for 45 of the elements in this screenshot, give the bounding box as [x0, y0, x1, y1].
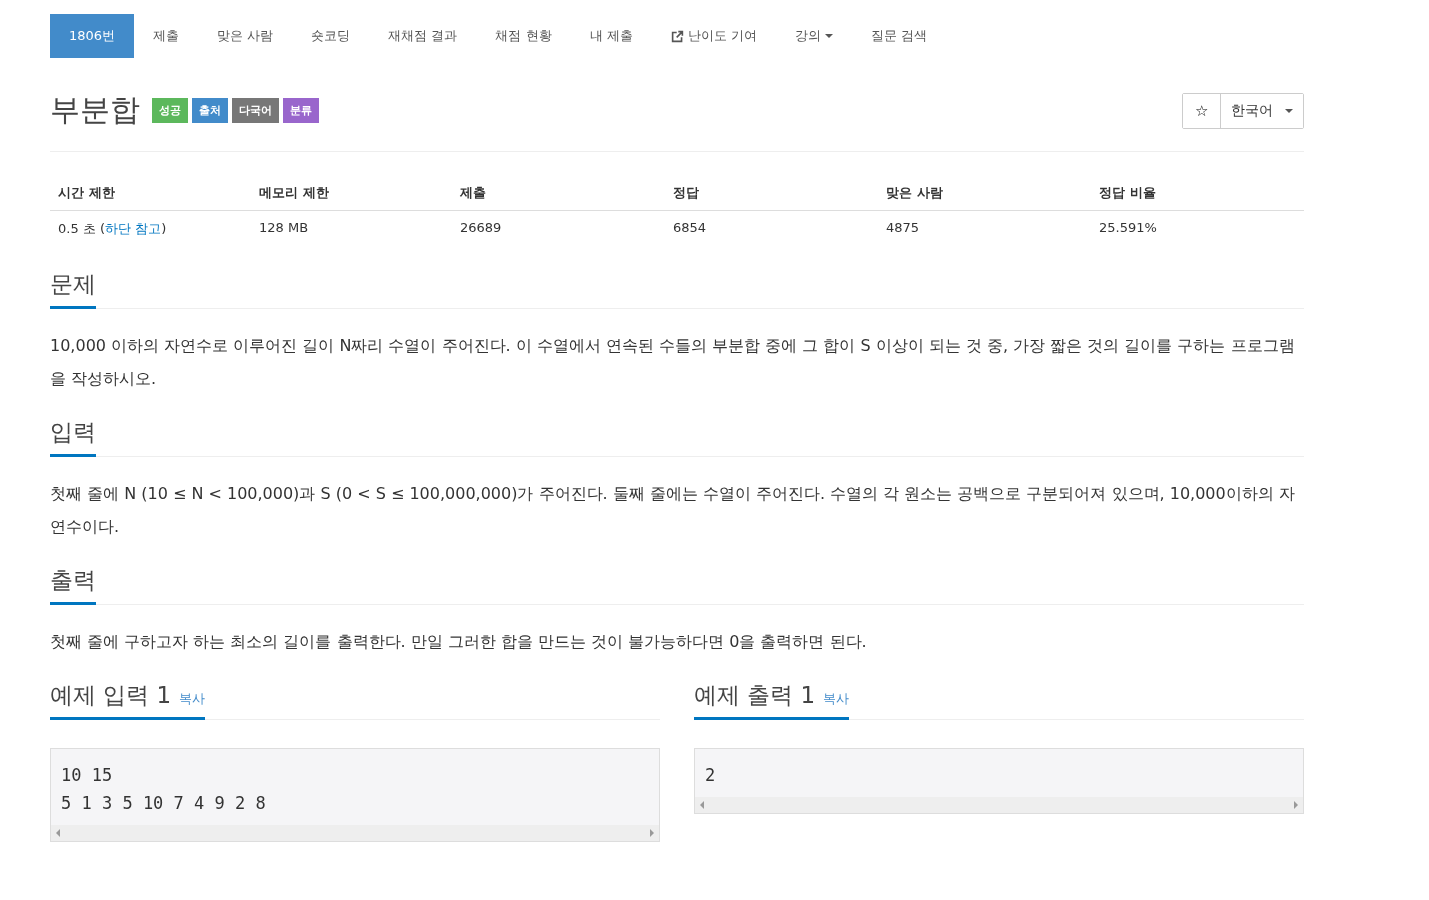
nav-tab[interactable]: 난이도 기여 [651, 14, 776, 58]
table-cell-text: 128 MB [258, 219, 310, 237]
sample-code: 10 15 5 1 3 5 10 7 4 9 2 8 [60, 764, 267, 815]
table-header: 메모리 제한 [251, 176, 452, 211]
section-text: 첫째 줄에 구하고자 하는 최소의 길이를 출력한다. 만일 그러한 합을 만드는 것이 불가능하다면 0을 출력하면 된다. [50, 631, 868, 653]
nav-tab[interactable]: 1806번 [50, 14, 135, 58]
section-heading: 문제 [50, 269, 96, 309]
table-header: 시간 제한 [50, 176, 251, 211]
nav-tab[interactable]: 제출 [134, 14, 199, 58]
nav-tab[interactable]: 채점 현황 [476, 14, 571, 58]
external-link-icon [670, 29, 684, 43]
sample-heading: 예제 입력 1 [50, 681, 172, 710]
nav-tab[interactable]: 강의 [775, 14, 852, 58]
section-heading: 출력 [50, 565, 96, 605]
table-cell-text: 26689 [459, 219, 503, 237]
footnote-link[interactable]: 하단 참고 [105, 221, 162, 236]
problem-tag[interactable]: 다국어 [232, 98, 279, 123]
problem-tag[interactable]: 출처 [192, 98, 228, 123]
problem-title: 부분합 [50, 91, 140, 129]
copy-link[interactable]: 복사 [179, 690, 206, 708]
table-header: 맞은 사람 [878, 176, 1091, 211]
table-header: 제출 [452, 176, 665, 211]
section-text: 첫째 줄에 N (10 ≤ N < 100,000)과 S (0 < S ≤ 100,000,000)가 주어진다. 둘째 줄에는 수열이 주어진다. 수열의 각 원소는 공백으로 구분되어져 있으며, 10,000이하의 자연수이다. [50, 483, 1296, 538]
table-cell-text: 6854 [672, 219, 708, 237]
sample-heading: 예제 출력 1 [694, 681, 816, 710]
caret-icon [1285, 108, 1293, 113]
horizontal-scrollbar[interactable] [695, 797, 1303, 813]
nav-tab[interactable]: 숏코딩 [292, 14, 370, 58]
nav-tab[interactable]: 질문 검색 [851, 14, 946, 58]
table-cell-text: 0.5 초 (하단 참고) [57, 220, 168, 238]
problem-tag[interactable]: 분류 [283, 98, 319, 123]
table-header: 정답 [665, 176, 878, 211]
nav-tab[interactable]: 내 제출 [570, 14, 652, 58]
caret-icon [824, 34, 833, 38]
horizontal-scrollbar[interactable] [51, 825, 659, 841]
table-header: 정답 비율 [1091, 176, 1304, 211]
sample-code: 2 [704, 764, 717, 787]
nav-tab[interactable]: 재채점 결과 [369, 14, 477, 58]
table-cell-text: 25.591% [1098, 219, 1158, 237]
table-cell-text: 4875 [885, 219, 921, 237]
nav-tab[interactable]: 맞은 사람 [198, 14, 293, 58]
section-heading: 입력 [50, 417, 96, 457]
section-text: 10,000 이하의 자연수로 이루어진 길이 N짜리 수열이 주어진다. 이 수열에서 연속된 수들의 부분합 중에 그 합이 S 이상이 되는 것 중, 가장 짧은 것의 길이를 구하는 프로그램을 작성하시오. [50, 335, 1296, 390]
copy-link[interactable]: 복사 [823, 690, 850, 708]
star-button[interactable]: ☆ [1183, 93, 1221, 128]
